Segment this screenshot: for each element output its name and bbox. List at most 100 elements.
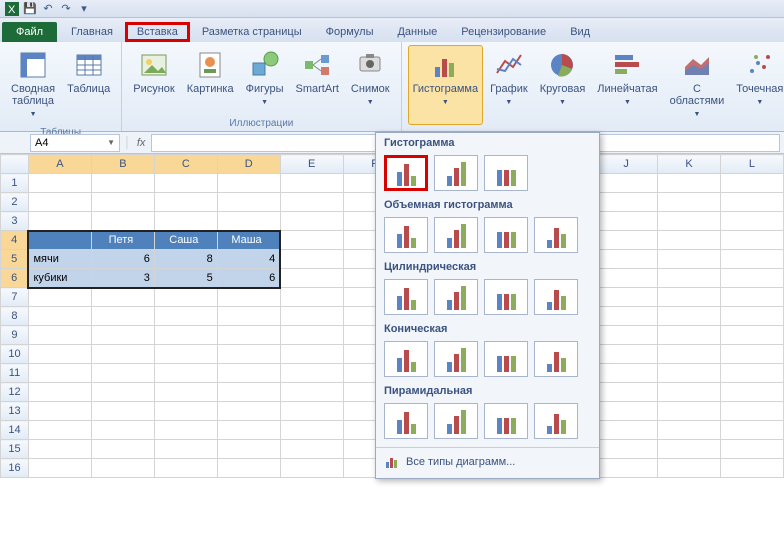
cell-E5[interactable] — [280, 250, 343, 269]
cell-E12[interactable] — [280, 383, 343, 402]
cell-A9[interactable] — [28, 326, 91, 345]
chart-thumb[interactable] — [534, 217, 578, 253]
cell-L8[interactable] — [720, 307, 783, 326]
row-header-10[interactable]: 10 — [1, 345, 29, 364]
tab-главная[interactable]: Главная — [59, 22, 125, 42]
cell-A11[interactable] — [28, 364, 91, 383]
chart-thumb[interactable] — [434, 341, 478, 377]
cell-K4[interactable] — [658, 231, 721, 250]
cell-A8[interactable] — [28, 307, 91, 326]
chart-thumb[interactable] — [534, 341, 578, 377]
chart-thumb[interactable] — [384, 217, 428, 253]
cell-J7[interactable] — [595, 288, 658, 307]
cell-E4[interactable] — [280, 231, 343, 250]
row-header-11[interactable]: 11 — [1, 364, 29, 383]
cell-J12[interactable] — [595, 383, 658, 402]
cell-A14[interactable] — [28, 421, 91, 440]
tab-file[interactable]: Файл — [2, 22, 57, 42]
cell-E15[interactable] — [280, 440, 343, 459]
cell-E13[interactable] — [280, 402, 343, 421]
column-chart-button[interactable]: Гистограмма▼ — [408, 45, 484, 125]
clipart-button[interactable]: Картинка — [182, 45, 239, 113]
cell-B15[interactable] — [91, 440, 154, 459]
cell-C11[interactable] — [154, 364, 217, 383]
cell-C10[interactable] — [154, 345, 217, 364]
cell-L6[interactable] — [720, 269, 783, 288]
cell-K9[interactable] — [658, 326, 721, 345]
smartart-button[interactable]: SmartArt — [291, 45, 344, 113]
cell-D3[interactable] — [217, 212, 280, 231]
cell-A1[interactable] — [28, 174, 91, 193]
tab-разметка страницы[interactable]: Разметка страницы — [190, 22, 314, 42]
cell-J15[interactable] — [595, 440, 658, 459]
cell-A6[interactable]: кубики — [28, 269, 91, 288]
cell-K3[interactable] — [658, 212, 721, 231]
cell-J9[interactable] — [595, 326, 658, 345]
cell-B9[interactable] — [91, 326, 154, 345]
screenshot-button[interactable]: Снимок▼ — [346, 45, 395, 113]
redo-button[interactable]: ↷ — [58, 1, 74, 17]
cell-L14[interactable] — [720, 421, 783, 440]
cell-L16[interactable] — [720, 459, 783, 478]
cell-C2[interactable] — [154, 193, 217, 212]
cell-C3[interactable] — [154, 212, 217, 231]
row-header-8[interactable]: 8 — [1, 307, 29, 326]
chart-thumb[interactable] — [534, 403, 578, 439]
cell-L4[interactable] — [720, 231, 783, 250]
bar-chart-button[interactable]: Линейчатая▼ — [592, 45, 662, 125]
line-chart-button[interactable]: График▼ — [485, 45, 533, 125]
cell-K6[interactable] — [658, 269, 721, 288]
chart-thumb[interactable] — [484, 155, 528, 191]
cell-L9[interactable] — [720, 326, 783, 345]
area-chart-button[interactable]: Собластями▼ — [665, 45, 730, 125]
cell-D13[interactable] — [217, 402, 280, 421]
cell-E6[interactable] — [280, 269, 343, 288]
cell-L12[interactable] — [720, 383, 783, 402]
cell-D7[interactable] — [217, 288, 280, 307]
cell-J5[interactable] — [595, 250, 658, 269]
cell-D2[interactable] — [217, 193, 280, 212]
cell-D10[interactable] — [217, 345, 280, 364]
cell-A15[interactable] — [28, 440, 91, 459]
all-chart-types[interactable]: Все типы диаграмм... — [376, 447, 599, 472]
scatter-chart-button[interactable]: Точечная▼ — [731, 45, 784, 125]
cell-L5[interactable] — [720, 250, 783, 269]
picture-button[interactable]: Рисунок — [128, 45, 180, 113]
cell-J2[interactable] — [595, 193, 658, 212]
cell-A5[interactable]: мячи — [28, 250, 91, 269]
cell-D14[interactable] — [217, 421, 280, 440]
cell-D16[interactable] — [217, 459, 280, 478]
tab-рецензирование[interactable]: Рецензирование — [449, 22, 558, 42]
cell-C6[interactable]: 5 — [154, 269, 217, 288]
cell-K2[interactable] — [658, 193, 721, 212]
cell-C16[interactable] — [154, 459, 217, 478]
chart-thumb[interactable] — [484, 403, 528, 439]
tab-формулы[interactable]: Формулы — [314, 22, 386, 42]
row-header-5[interactable]: 5 — [1, 250, 29, 269]
row-header-12[interactable]: 12 — [1, 383, 29, 402]
chart-thumb[interactable] — [434, 279, 478, 315]
cell-D8[interactable] — [217, 307, 280, 326]
cell-K10[interactable] — [658, 345, 721, 364]
chart-thumb[interactable] — [484, 279, 528, 315]
cell-K7[interactable] — [658, 288, 721, 307]
chart-thumb[interactable] — [384, 341, 428, 377]
row-header-7[interactable]: 7 — [1, 288, 29, 307]
chart-thumb[interactable] — [434, 217, 478, 253]
cell-J4[interactable] — [595, 231, 658, 250]
cell-E16[interactable] — [280, 459, 343, 478]
cell-A12[interactable] — [28, 383, 91, 402]
cell-L11[interactable] — [720, 364, 783, 383]
fx-icon[interactable]: fx — [137, 137, 146, 149]
cell-L10[interactable] — [720, 345, 783, 364]
cell-E7[interactable] — [280, 288, 343, 307]
cell-C12[interactable] — [154, 383, 217, 402]
cell-L1[interactable] — [720, 174, 783, 193]
chart-thumb[interactable] — [484, 341, 528, 377]
cell-D6[interactable]: 6 — [217, 269, 280, 288]
cell-J16[interactable] — [595, 459, 658, 478]
pivot-table-button[interactable]: Своднаятаблица▼ — [6, 45, 60, 125]
cell-D12[interactable] — [217, 383, 280, 402]
cell-L3[interactable] — [720, 212, 783, 231]
chart-thumb[interactable] — [384, 403, 428, 439]
